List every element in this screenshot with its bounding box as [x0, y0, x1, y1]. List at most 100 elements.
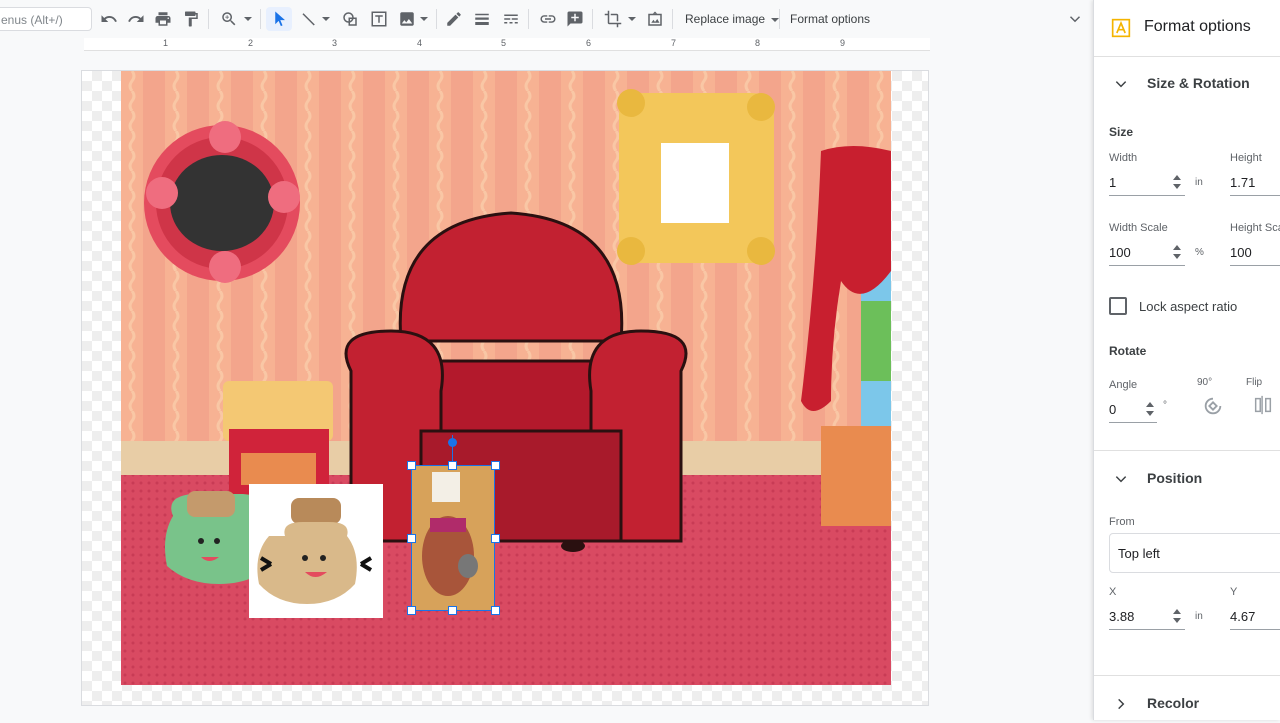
select-tool-button[interactable]	[266, 7, 292, 31]
resize-handle[interactable]	[407, 606, 416, 615]
text-box-icon	[371, 11, 387, 27]
image-icon	[400, 12, 414, 26]
resize-handle[interactable]	[407, 534, 416, 543]
resize-handle[interactable]	[491, 606, 500, 615]
format-options-button[interactable]: Format options	[790, 12, 870, 26]
flip-icon[interactable]	[1252, 394, 1274, 416]
ruler-number: 9	[840, 38, 846, 48]
y-field[interactable]: 4.67	[1230, 609, 1255, 624]
paint-format-button[interactable]	[180, 7, 202, 31]
reset-image-button[interactable]	[644, 7, 666, 31]
angle-unit: °	[1163, 400, 1167, 411]
zoom-icon	[222, 12, 236, 26]
resize-handle[interactable]	[491, 461, 500, 470]
size-rotation-header[interactable]: Size & Rotation	[1094, 63, 1280, 103]
height-scale-field[interactable]: 100	[1230, 245, 1252, 260]
crop-button[interactable]	[600, 7, 640, 31]
x-field[interactable]: 3.88	[1109, 609, 1134, 624]
menu-search-input[interactable]: enus (Alt+/)	[0, 7, 92, 31]
from-select[interactable]: Top left	[1109, 533, 1280, 573]
add-comment-icon	[567, 11, 583, 27]
flip-label: Flip	[1246, 377, 1263, 388]
chevron-down-icon	[1115, 476, 1127, 483]
border-color-button[interactable]	[443, 7, 465, 31]
line-icon	[302, 13, 315, 26]
format-options-panel: Format options Size & Rotation Size Widt…	[1093, 0, 1280, 720]
resize-handle[interactable]	[448, 461, 457, 470]
resize-handle[interactable]	[491, 534, 500, 543]
stepper-icon[interactable]	[1173, 609, 1181, 623]
width-unit: in	[1195, 177, 1203, 188]
size-subheading: Size	[1109, 125, 1134, 139]
toolbar-separator	[672, 9, 673, 29]
shape-button[interactable]	[339, 7, 361, 31]
ruler-number: 5	[501, 38, 507, 48]
position-header[interactable]: Position	[1094, 458, 1280, 498]
line-tool-button[interactable]	[297, 7, 333, 31]
rotate-90-icon[interactable]	[1202, 395, 1224, 417]
jar-image[interactable]	[249, 484, 383, 618]
ruler-number: 4	[417, 38, 423, 48]
toolbar-separator	[208, 9, 209, 29]
recolor-header[interactable]: Recolor	[1094, 683, 1280, 723]
lock-aspect-checkbox[interactable]	[1109, 297, 1127, 315]
paint-roller-icon	[185, 11, 198, 27]
chevron-down-icon	[244, 17, 252, 21]
rotation-handle[interactable]	[448, 438, 457, 447]
replace-image-label: Replace image	[685, 12, 766, 26]
text-box-button[interactable]	[368, 7, 390, 31]
field-underline	[1230, 265, 1280, 266]
resize-handle[interactable]	[448, 606, 457, 615]
ruler-number: 1	[163, 38, 169, 48]
chevron-down-icon	[1115, 81, 1127, 88]
stepper-icon[interactable]	[1146, 402, 1154, 416]
shape-icon	[343, 12, 357, 26]
insert-link-button[interactable]	[537, 7, 559, 31]
divider	[1094, 675, 1280, 676]
width-scale-label: Width Scale	[1109, 222, 1168, 234]
reset-image-icon	[648, 11, 662, 26]
toolbar-separator	[436, 9, 437, 29]
field-underline	[1109, 195, 1185, 196]
x-unit: in	[1195, 611, 1203, 622]
chevron-down-icon	[628, 17, 636, 21]
field-underline	[1230, 195, 1280, 196]
panel-title: Format options	[1144, 18, 1251, 35]
rotate-subheading: Rotate	[1109, 344, 1147, 358]
format-options-icon	[1111, 18, 1131, 38]
slide-canvas[interactable]	[81, 70, 929, 706]
insert-comment-button[interactable]	[564, 7, 586, 31]
from-select-value: Top left	[1118, 546, 1160, 561]
line-dash-icon	[504, 14, 518, 24]
ruler-number: 2	[248, 38, 254, 48]
width-scale-field[interactable]: 100	[1109, 245, 1131, 260]
width-scale-unit: %	[1195, 247, 1204, 258]
chevron-up-icon	[1069, 16, 1081, 23]
insert-image-button[interactable]	[395, 7, 431, 31]
collapse-toolbar-button[interactable]	[1064, 7, 1086, 31]
height-scale-label: Height Sca	[1230, 222, 1280, 234]
chevron-right-icon	[1118, 698, 1125, 710]
border-dash-button[interactable]	[500, 7, 522, 31]
y-label: Y	[1230, 586, 1238, 598]
border-weight-button[interactable]	[471, 7, 493, 31]
undo-button[interactable]	[98, 7, 120, 31]
zoom-button[interactable]	[216, 7, 256, 31]
width-field[interactable]: 1	[1109, 175, 1116, 190]
selected-image[interactable]	[411, 465, 495, 611]
height-field[interactable]: 1.71	[1230, 175, 1255, 190]
angle-field[interactable]: 0	[1109, 402, 1116, 417]
resize-handle[interactable]	[407, 461, 416, 470]
angle-label: Angle	[1109, 379, 1138, 391]
salt-pepper-image	[412, 466, 494, 610]
stepper-icon[interactable]	[1173, 245, 1181, 259]
horizontal-ruler[interactable]: 1 2 3 4 5 6 7 8 9	[84, 38, 930, 51]
print-button[interactable]	[152, 7, 174, 31]
replace-image-button[interactable]: Replace image	[685, 12, 780, 26]
from-label: From	[1109, 516, 1135, 528]
redo-button[interactable]	[125, 7, 147, 31]
field-underline	[1109, 422, 1157, 423]
size-rotation-label: Size & Rotation	[1147, 75, 1250, 91]
line-weight-icon	[475, 13, 489, 25]
stepper-icon[interactable]	[1173, 175, 1181, 189]
